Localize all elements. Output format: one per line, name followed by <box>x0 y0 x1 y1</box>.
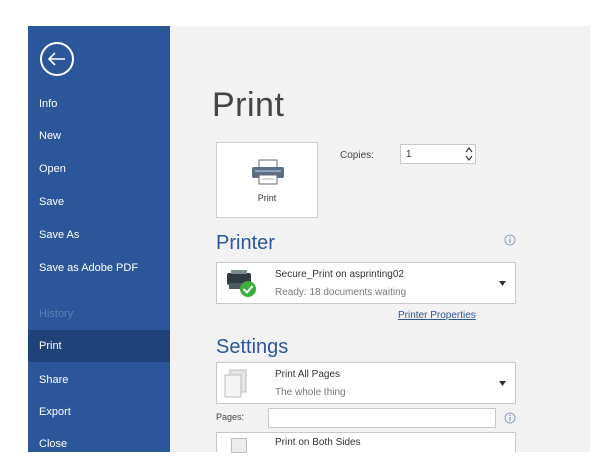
print-pages-subtitle: The whole thing <box>275 387 346 398</box>
printer-status: Ready: 18 documents waiting <box>275 287 407 298</box>
print-sides-dropdown[interactable]: Print on Both Sides <box>216 432 516 453</box>
copies-label: Copies: <box>340 150 374 161</box>
settings-section-title: Settings <box>216 336 289 358</box>
info-icon <box>504 234 516 246</box>
chevron-down-icon <box>499 381 506 386</box>
printer-icon <box>252 159 284 185</box>
backstage-sidebar: Info New Open Save Save As Save as Adobe… <box>28 26 170 452</box>
copies-spinner[interactable] <box>462 144 476 164</box>
print-backstage: Info New Open Save Save As Save as Adobe… <box>0 0 610 464</box>
sidebar-item-new[interactable]: New <box>28 130 170 143</box>
print-sides-title: Print on Both Sides <box>275 437 361 448</box>
sidebar-item-save[interactable]: Save <box>28 196 170 209</box>
sidebar-item-save-as-adobe-pdf[interactable]: Save as Adobe PDF <box>28 262 148 275</box>
print-button-label: Print <box>257 193 277 203</box>
print-button[interactable]: Print <box>216 142 318 218</box>
print-pages-title: Print All Pages <box>275 369 341 380</box>
info-icon <box>504 412 516 424</box>
sidebar-item-history[interactable]: History <box>28 308 170 321</box>
chevron-down-icon <box>499 281 506 286</box>
sidebar-item-export[interactable]: Export <box>28 406 170 419</box>
sidebar-item-info[interactable]: Info <box>28 98 170 111</box>
sidebar-item-share[interactable]: Share <box>28 374 170 387</box>
sidebar-item-save-as[interactable]: Save As <box>28 229 170 242</box>
sidebar-item-open[interactable]: Open <box>28 163 170 176</box>
document-pages-icon <box>224 369 247 398</box>
arrow-left-icon <box>48 52 65 66</box>
printer-properties-link[interactable]: Printer Properties <box>398 310 476 321</box>
printer-section-title: Printer <box>216 232 275 254</box>
pages-label: Pages: <box>216 412 245 422</box>
print-panel: Print Print Copies: Printer <box>170 26 590 453</box>
printer-ready-icon <box>227 270 256 297</box>
printer-dropdown[interactable]: Secure_Print on asprinting02 Ready: 18 d… <box>216 262 516 304</box>
sidebar-item-print[interactable]: Print <box>28 330 170 362</box>
pages-input[interactable] <box>268 408 496 428</box>
print-pages-dropdown[interactable]: Print All Pages The whole thing <box>216 362 516 404</box>
duplex-icon <box>231 438 247 453</box>
spinner-arrows-icon <box>465 147 473 161</box>
printer-name: Secure_Print on asprinting02 <box>275 269 404 280</box>
page-title: Print <box>212 86 285 124</box>
back-button[interactable] <box>40 42 74 76</box>
sidebar-item-close[interactable]: Close <box>28 438 170 451</box>
